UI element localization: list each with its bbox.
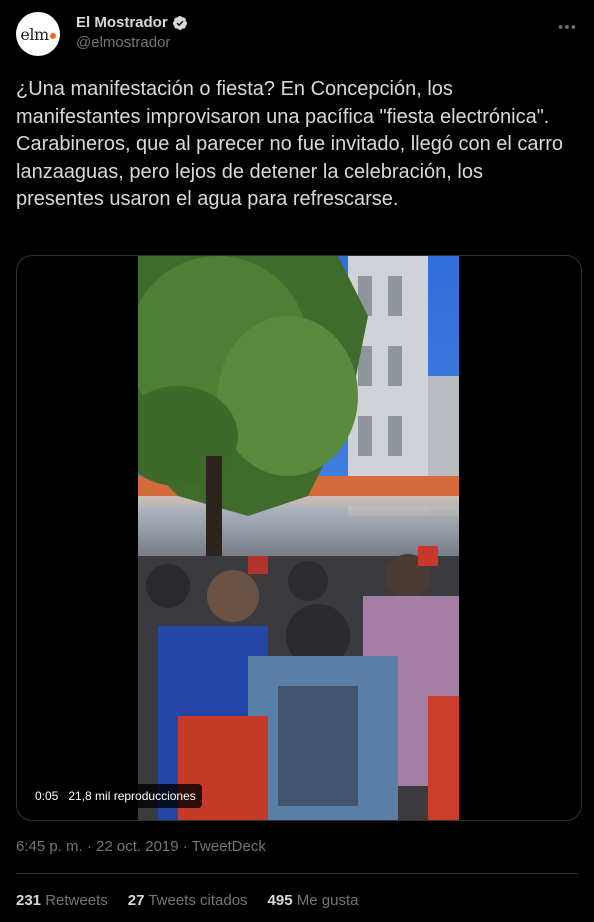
avatar-logo-text: elm	[20, 24, 49, 44]
tweet-timestamp[interactable]: 6:45 p. m. · 22 oct. 2019 · TweetDeck	[16, 838, 266, 855]
author-handle[interactable]: @elmostrador	[76, 34, 188, 51]
video-info-overlay: 0:05 21,8 mil reproducciones	[29, 784, 202, 808]
likes-label: Me gusta	[296, 892, 359, 909]
avatar-logo-dot	[49, 33, 56, 39]
video-time: 0:05	[35, 789, 59, 803]
likes-stat[interactable]: 495 Me gusta	[268, 892, 359, 909]
author-names: El Mostrador @elmostrador	[76, 14, 188, 51]
quotes-count: 27	[127, 892, 145, 909]
quotes-label: Tweets citados	[148, 892, 248, 909]
tweet-header: elm El Mostrador @elmostrador	[16, 12, 578, 56]
video-player[interactable]: 0:05 21,8 mil reproducciones	[16, 255, 582, 821]
verified-badge-icon	[172, 15, 187, 30]
tweet-text: ¿Una manifestación o fiesta? En Concepci…	[16, 78, 563, 210]
author-display-name-row[interactable]: El Mostrador	[76, 14, 188, 31]
likes-count: 495	[267, 892, 293, 909]
tweet-stats: 231 Retweets 27 Tweets citados 495 Me gu…	[16, 892, 358, 909]
retweets-count: 231	[16, 892, 42, 909]
avatar[interactable]: elm	[16, 12, 60, 56]
video-thumbnail	[138, 256, 459, 820]
more-options-icon[interactable]	[556, 16, 578, 38]
retweets-stat[interactable]: 231 Retweets	[16, 892, 108, 909]
quotes-stat[interactable]: 27 Tweets citados	[128, 892, 248, 909]
video-frame[interactable]	[138, 256, 459, 820]
author-display-name[interactable]: El Mostrador	[76, 14, 168, 31]
divider	[16, 873, 578, 874]
video-views: 21,8 mil reproducciones	[68, 789, 196, 803]
retweets-label: Retweets	[45, 892, 108, 909]
